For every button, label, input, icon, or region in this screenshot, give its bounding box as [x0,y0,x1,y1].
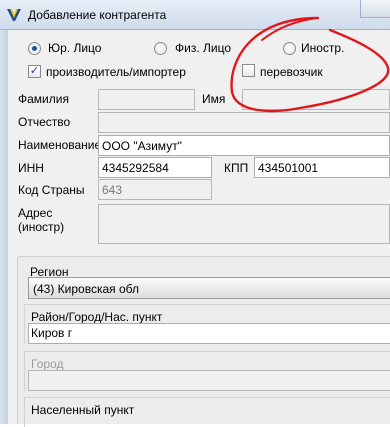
org-name-label: Наименование [18,138,102,152]
settlement-subgroup: Населенный пункт [24,397,390,427]
radio-legal-entity[interactable] [28,42,41,55]
window-title: Добавление контрагента [28,8,167,22]
inn-field[interactable]: 4345292584 [98,157,212,178]
radio-legal-entity-label: Юр. Лицо [48,41,102,55]
manufacturer-checkbox[interactable]: ✓ [28,65,41,78]
app-icon [7,9,21,21]
name-field[interactable] [242,89,390,110]
window-frame [0,30,8,424]
title-bar: Добавление контрагента [0,0,390,30]
surname-field[interactable] [98,89,195,110]
settlement-label: Населенный пункт [31,403,135,417]
country-code-label: Код Страны [18,183,85,197]
inn-label: ИНН [18,161,44,175]
city-field[interactable] [28,370,390,391]
carrier-checkbox[interactable] [242,64,255,77]
surname-label: Фамилия [18,92,69,106]
address-label: Адрес (иностр) [18,206,65,234]
district-field[interactable]: Киров г [28,323,390,344]
city-subgroup: Город [24,351,390,391]
region-select[interactable]: (43) Кировская обл [28,277,390,299]
manufacturer-label: производитель/импортер [46,65,186,79]
close-button[interactable] [360,0,390,18]
kpp-field[interactable]: 434501001 [254,157,390,178]
carrier-label: перевозчик [260,65,323,79]
district-label: Район/Город/Нас. пункт [31,310,163,324]
patronymic-label: Отчество [18,115,71,129]
radio-individual[interactable] [154,42,167,55]
country-code-field[interactable]: 643 [98,179,212,200]
address-group: Регион (43) Кировская обл Район/Город/На… [17,256,390,427]
district-subgroup: Район/Город/Нас. пункт Киров г [24,304,390,344]
kpp-label: КПП [224,161,249,175]
patronymic-field[interactable] [98,112,390,133]
radio-foreign-label: Иностр. [301,41,345,55]
address-field[interactable] [98,204,390,244]
name-label: Имя [202,92,226,106]
org-name-field[interactable]: ООО "Азимут" [98,135,390,156]
radio-foreign[interactable] [283,42,296,55]
city-label: Город [31,357,64,371]
radio-individual-label: Физ. Лицо [175,41,231,55]
